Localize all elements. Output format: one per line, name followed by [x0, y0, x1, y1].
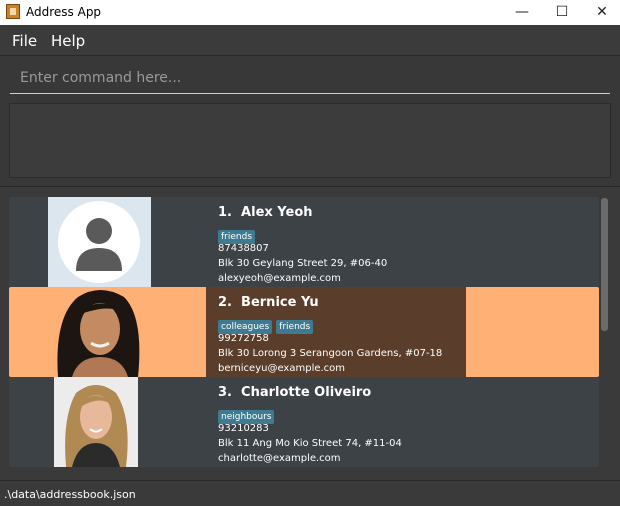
person-email: alexyeoh@example.com [218, 273, 341, 284]
person-name-row: 2. Bernice Yu [218, 293, 466, 313]
command-box [0, 55, 620, 100]
person-email: charlotte@example.com [218, 453, 341, 464]
person-phone: 99272758 [218, 333, 269, 344]
app-icon [6, 4, 20, 19]
person-info: 2. Bernice Yu colleagues friends 99272758… [206, 287, 466, 377]
person-card-alex-yeoh[interactable]: 1. Alex Yeoh friends 87438807 Blk 30 Gey… [9, 197, 599, 287]
menu-file[interactable]: File [12, 32, 37, 50]
minimize-button[interactable]: — [500, 0, 544, 25]
tag-list: colleagues friends [218, 314, 466, 334]
file-path-label: .\data\addressbook.json [4, 488, 136, 501]
person-email: berniceyu@example.com [218, 363, 346, 374]
person-info: 3. Charlotte Oliveiro neighbours 9321028… [206, 377, 466, 467]
person-name-row: 3. Charlotte Oliveiro [218, 383, 466, 403]
person-phone: 87438807 [218, 243, 269, 254]
person-index: 2. [218, 295, 232, 310]
person-list-panel: 1. Alex Yeoh friends 87438807 Blk 30 Gey… [0, 186, 620, 481]
person-card-charlotte-oliveiro[interactable]: 3. Charlotte Oliveiro neighbours 9321028… [9, 377, 599, 467]
person-address: Blk 11 Ang Mo Kio Street 74, #11-04 [218, 438, 402, 449]
status-bar: .\data\addressbook.json [0, 480, 620, 506]
person-index: 1. [218, 205, 232, 220]
person-card-bernice-yu[interactable]: 2. Bernice Yu colleagues friends 99272758… [9, 287, 599, 377]
person-name: Charlotte Oliveiro [241, 385, 372, 400]
person-name: Bernice Yu [241, 295, 319, 310]
person-phone: 93210283 [218, 423, 269, 434]
tag-list: friends [218, 224, 466, 244]
maximize-button[interactable]: ☐ [540, 0, 584, 25]
person-address: Blk 30 Geylang Street 29, #06-40 [218, 258, 388, 269]
scroll-thumb[interactable] [601, 198, 608, 331]
menu-bar: File Help [0, 25, 620, 55]
person-info: 1. Alex Yeoh friends 87438807 Blk 30 Gey… [206, 197, 466, 287]
tag-list: neighbours [218, 404, 466, 424]
default-avatar-icon [48, 197, 151, 287]
person-photo-icon [54, 377, 138, 467]
person-index: 3. [218, 385, 232, 400]
menu-help[interactable]: Help [51, 32, 85, 50]
person-name: Alex Yeoh [241, 205, 313, 220]
title-bar: Address App — ☐ ✕ [0, 0, 620, 25]
tag-label: friends [276, 320, 314, 334]
result-display [9, 103, 611, 178]
close-button[interactable]: ✕ [580, 0, 620, 25]
person-name-row: 1. Alex Yeoh [218, 203, 466, 223]
command-input[interactable] [10, 62, 610, 94]
person-address: Blk 30 Lorong 3 Serangoon Gardens, #07-1… [218, 348, 443, 359]
window-title: Address App [26, 5, 102, 19]
person-photo-icon [48, 287, 151, 377]
